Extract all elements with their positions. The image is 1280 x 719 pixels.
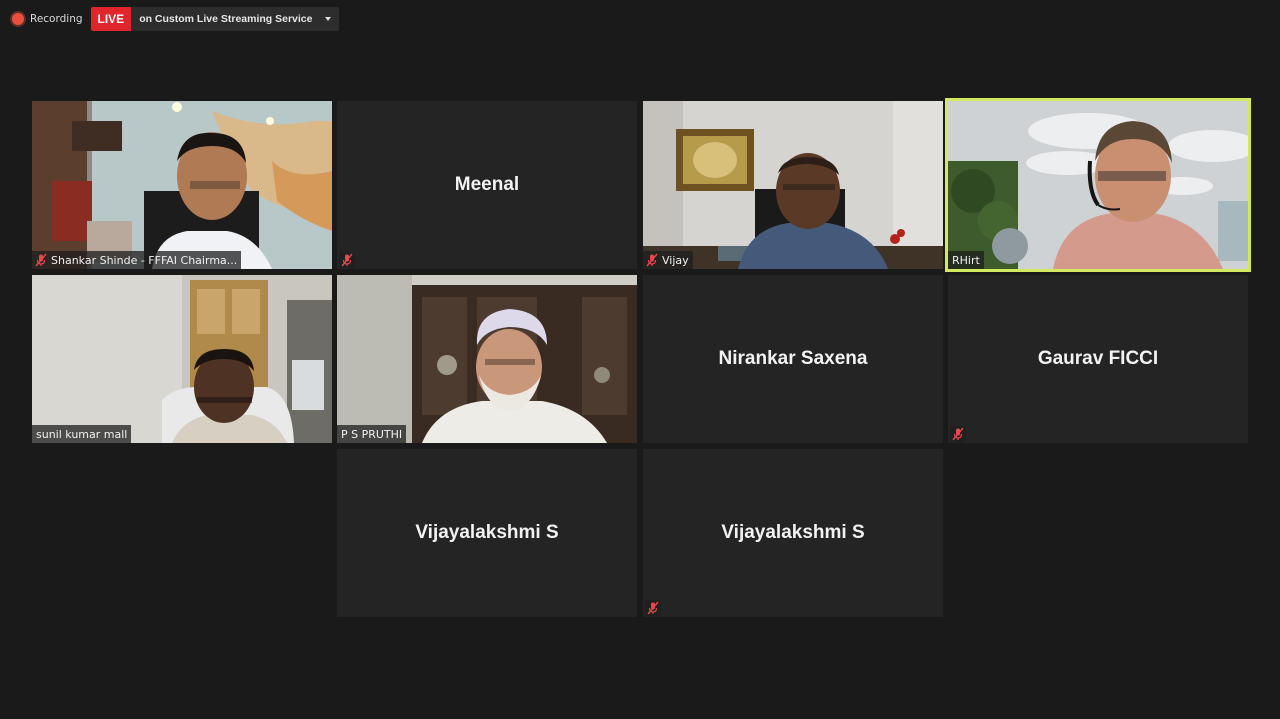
video-tile-nirankar-saxena[interactable]: Nirankar Saxena [643,275,943,443]
participant-video [948,101,1248,269]
participant-nameplate: Vijay [643,251,693,269]
participant-video [32,101,332,269]
participant-name: Shankar Shinde - FFFAI Chairma... [51,253,238,267]
video-tile-ps-pruthi[interactable]: P S PRUTHI [337,275,637,443]
video-tile-vijayalakshmi-s-1[interactable]: Vijayalakshmi S [337,449,637,617]
participant-nameplate: Shankar Shinde - FFFAI Chairma... [32,251,242,269]
recording-indicator[interactable]: Recording [8,7,91,31]
participant-name-center: Gaurav FICCI [1037,348,1159,369]
participant-name: RHirt [952,253,980,267]
participant-nameplate: sunil kumar mall [32,425,132,443]
live-badge: LIVE [90,7,132,31]
participant-name-center: Vijayalakshmi S [415,522,559,543]
participant-video [32,275,332,443]
participant-nameplate: RHirt [948,251,984,269]
stream-service-dropdown[interactable]: on Custom Live Streaming Service [131,7,339,31]
muted-mic-icon [950,426,966,442]
video-tile-vijay[interactable]: Vijay [643,101,943,269]
muted-mic-icon [644,252,660,268]
participant-name: Vijay [662,253,689,267]
stream-service-label: on Custom Live Streaming Service [139,13,313,25]
chevron-down-icon [324,17,331,21]
video-tile-shankar-shinde[interactable]: Shankar Shinde - FFFAI Chairma... [32,101,332,269]
participant-video [643,101,943,269]
video-tile-rhirt[interactable]: RHirt [945,98,1251,272]
muted-mic-icon [33,252,49,268]
recording-label: Recording [30,13,83,25]
video-tile-gaurav-ficci[interactable]: Gaurav FICCI [948,275,1248,443]
video-tile-sunil-kumar-mall[interactable]: sunil kumar mall [32,275,332,443]
participant-name-center: Meenal [454,174,520,195]
participant-name-center: Nirankar Saxena [718,348,868,369]
participant-name: P S PRUTHI [341,427,403,441]
muted-mic-icon [339,252,355,268]
video-tile-meenal[interactable]: Meenal [337,101,637,269]
record-icon [12,13,24,25]
video-tile-vijayalakshmi-s-2[interactable]: Vijayalakshmi S [643,449,943,617]
meeting-status-bar: Recording LIVE on Custom Live Streaming … [8,7,339,31]
participant-name-center: Vijayalakshmi S [721,522,865,543]
participant-name: sunil kumar mall [36,427,128,441]
participant-video [337,275,637,443]
participant-nameplate: P S PRUTHI [337,425,407,443]
muted-mic-icon [645,600,661,616]
